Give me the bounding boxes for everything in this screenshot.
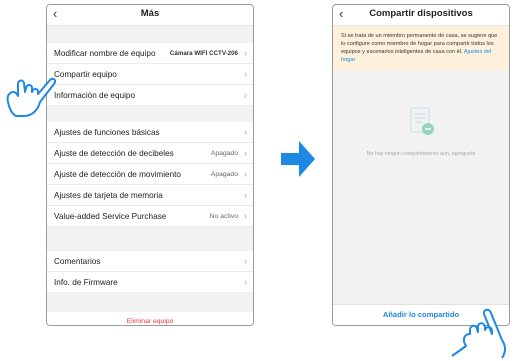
chevron-right-icon: ›	[244, 169, 247, 179]
row-label: Ajuste de detección de decibeles	[54, 149, 174, 158]
chevron-right-icon: ›	[244, 127, 247, 137]
device-info-row[interactable]: Información de equipo ›	[47, 85, 253, 106]
chevron-right-icon: ›	[244, 48, 247, 58]
status-value: Apagado	[210, 171, 238, 178]
page-title: Más	[140, 8, 160, 19]
row-label: Value-added Service Purchase	[54, 212, 167, 221]
share-device-row[interactable]: Compartir equipo ›	[47, 64, 253, 85]
row-label: Ajuste de detección de movimiento	[54, 170, 181, 179]
rename-device-row[interactable]: Modificar nombre de equipo Cámara WIFI C…	[47, 43, 253, 64]
settings-section-3: Comentarios › Info. de Firmware ›	[47, 251, 253, 293]
row-label: Ajustes de funciones básicas	[54, 128, 160, 137]
chevron-right-icon: ›	[244, 256, 247, 266]
motion-detection-row[interactable]: Ajuste de detección de movimiento Apagad…	[47, 164, 253, 185]
value-added-service-row[interactable]: Value-added Service Purchase No activo ›	[47, 206, 253, 227]
right-arrow-icon	[281, 141, 315, 177]
device-name-value: Cámara WIFI CCTV-206	[169, 50, 238, 57]
chevron-right-icon: ›	[244, 211, 247, 221]
pointing-hand-icon	[451, 308, 506, 359]
empty-state: No hay ningún compartimiento aún, agrégu…	[333, 81, 509, 301]
row-label: Información de equipo	[54, 91, 136, 100]
pointing-hand-icon	[6, 77, 57, 117]
section-gap	[47, 106, 253, 122]
row-label: Ajustes de tarjeta de memoria	[54, 191, 163, 200]
row-label: Modificar nombre de equipo	[54, 49, 156, 58]
nav-bar: ‹ Más	[47, 5, 253, 26]
chevron-right-icon: ›	[244, 277, 247, 287]
memory-card-row[interactable]: Ajustes de tarjeta de memoria ›	[47, 185, 253, 206]
section-gap	[47, 293, 253, 312]
settings-section-2: Ajustes de funciones básicas › Ajuste de…	[47, 122, 253, 227]
status-value: Apagado	[210, 150, 238, 157]
section-gap	[47, 227, 253, 251]
row-label: Info. de Firmware	[54, 278, 118, 287]
empty-state-text: No hay ningún compartimiento aún, agrégu…	[366, 151, 476, 157]
share-devices-screen: ‹ Compartir dispositivos Si se trata de …	[332, 4, 510, 326]
basic-functions-row[interactable]: Ajustes de funciones básicas ›	[47, 122, 253, 143]
chevron-right-icon: ›	[244, 69, 247, 79]
chevron-right-icon: ›	[244, 148, 247, 158]
more-settings-screen: ‹ Más Modificar nombre de equipo Cámara …	[46, 4, 254, 326]
decibel-detection-row[interactable]: Ajuste de detección de decibeles Apagado…	[47, 143, 253, 164]
nav-bar: ‹ Compartir dispositivos	[333, 5, 509, 26]
info-banner: Si se trata de un miembro permanente de …	[333, 26, 509, 70]
page-title: Compartir dispositivos	[369, 8, 473, 19]
settings-section-1: Modificar nombre de equipo Cámara WIFI C…	[47, 43, 253, 106]
section-gap	[47, 26, 253, 43]
feedback-row[interactable]: Comentarios ›	[47, 251, 253, 272]
status-value: No activo	[209, 213, 238, 220]
row-label: Comentarios	[54, 257, 101, 266]
delete-device-button[interactable]: Eliminar equipo	[47, 312, 253, 325]
chevron-right-icon: ›	[244, 90, 247, 100]
firmware-info-row[interactable]: Info. de Firmware ›	[47, 272, 253, 293]
document-share-icon	[410, 107, 434, 135]
chevron-right-icon: ›	[244, 190, 247, 200]
